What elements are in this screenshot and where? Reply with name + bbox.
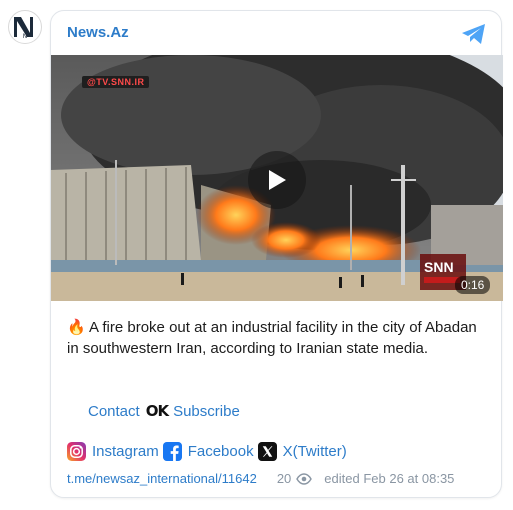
post-card: News.Az @TV.SNN.IR SNN 0:16 🔥 A fire bro… [50,10,503,498]
facebook-label: Facebook [187,443,254,460]
post-date: Feb 26 at 08:35 [363,471,455,486]
video-player[interactable]: @TV.SNN.IR SNN 0:16 [51,55,503,301]
telegram-icon[interactable] [461,23,487,50]
play-icon [269,170,286,190]
channel-avatar[interactable]: N [8,10,42,44]
view-count: 20 [276,471,313,486]
edited-timestamp: edited Feb 26 at 08:35 [324,471,454,486]
subscribe-link[interactable]: Subscribe [173,403,240,420]
contact-link[interactable]: Contact [88,403,140,420]
fire-emoji-icon: 🔥 [67,319,86,336]
play-button[interactable] [248,151,306,209]
source-watermark: @TV.SNN.IR [82,76,150,88]
eye-icon [296,472,313,485]
ok-logo-icon: OK [145,402,169,420]
svg-text:N: N [23,33,28,39]
social-links: Instagram Facebook X(Twitter) [67,442,351,461]
instagram-label: Instagram [92,443,159,460]
edited-label: edited [324,471,360,486]
facebook-link[interactable]: Facebook [162,442,254,461]
x-twitter-label: X(Twitter) [282,443,347,460]
svg-text:SNN: SNN [424,259,454,275]
view-count-value: 20 [276,471,292,486]
channel-name[interactable]: News.Az [67,24,129,41]
instagram-link[interactable]: Instagram [67,442,159,461]
contact-row: Contact OK Subscribe [88,402,240,420]
facebook-icon [162,442,182,461]
newsaz-logo-icon: N [14,17,33,39]
post-text: 🔥 A fire broke out at an industrial faci… [67,317,487,359]
x-twitter-link[interactable]: X(Twitter) [257,442,347,461]
x-twitter-icon [257,442,277,461]
video-duration: 0:16 [455,276,491,294]
post-footer: t.me/newsaz_international/11642 20 edite… [67,471,487,486]
instagram-icon [67,442,86,461]
post-body: A fire broke out at an industrial facili… [67,319,477,357]
message-link[interactable]: t.me/newsaz_international/11642 [67,471,257,486]
